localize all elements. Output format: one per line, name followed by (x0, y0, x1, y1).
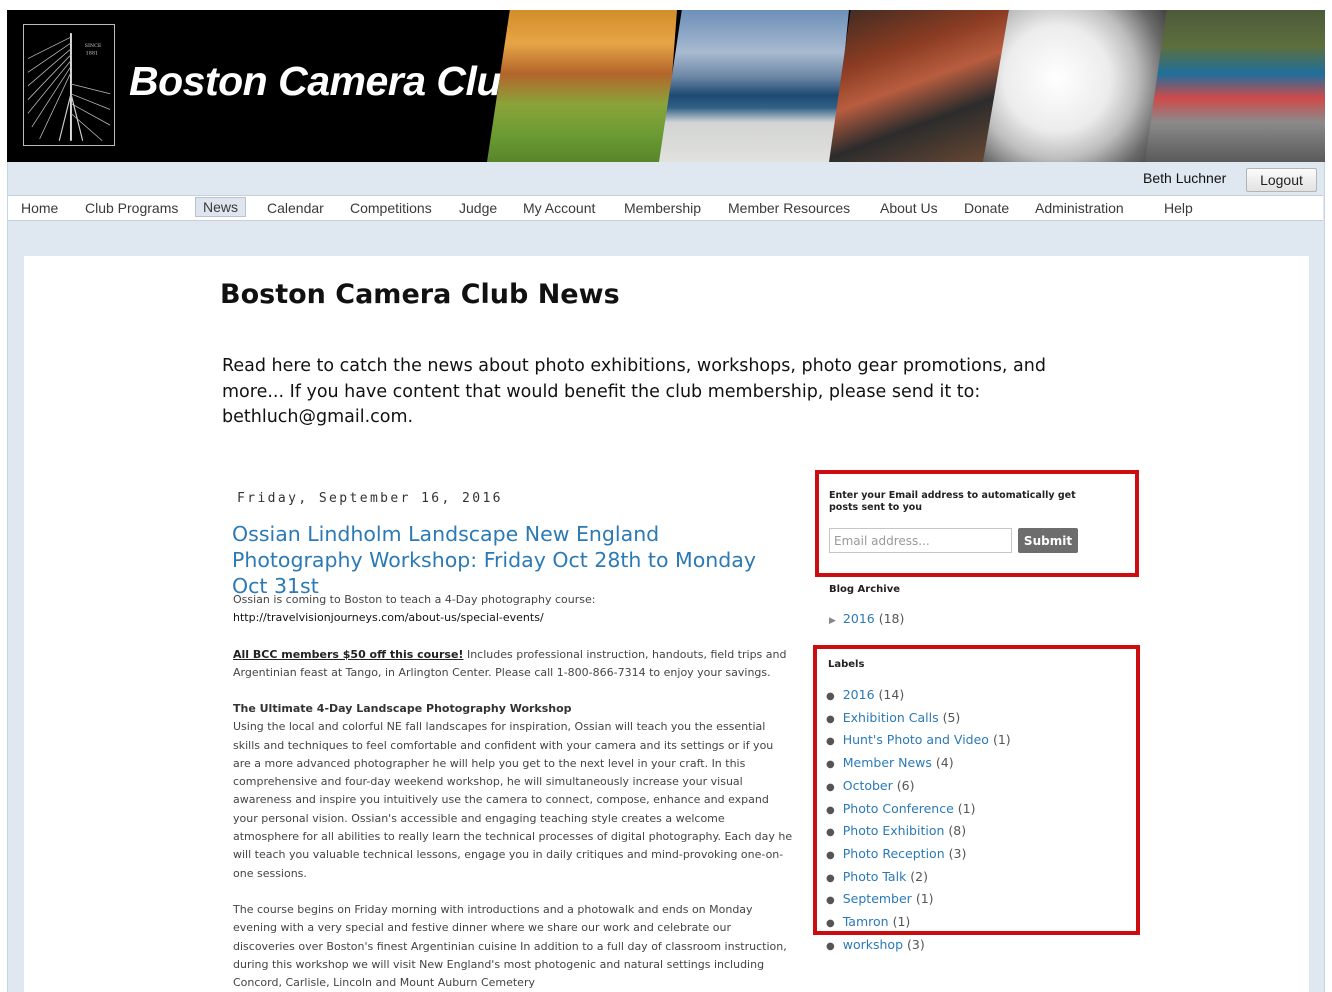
submit-button[interactable]: Submit (1018, 528, 1078, 553)
nav-item-club-programs[interactable]: Club Programs (81, 199, 182, 217)
banner-photo-foliage (487, 10, 677, 162)
list-item: ● Member News (4) (826, 753, 1011, 776)
logo-since-text: SINCE (85, 43, 102, 49)
post-title-link[interactable]: Ossian Lindholm Landscape New England Ph… (232, 521, 792, 599)
site-banner: SINCE 1881 Boston Camera Club (7, 10, 1325, 162)
label-count: (1) (915, 891, 934, 907)
nav-item-help[interactable]: Help (1160, 199, 1197, 217)
page-title: Boston Camera Club News (220, 279, 620, 310)
nav-item-competitions[interactable]: Competitions (346, 199, 436, 217)
nav-item-calendar[interactable]: Calendar (263, 199, 328, 217)
nav-item-about-us[interactable]: About Us (876, 199, 942, 217)
archive-year-link[interactable]: 2016 (843, 611, 875, 626)
subscribe-label: Enter your Email address to automaticall… (829, 490, 1076, 513)
label-link[interactable]: Photo Exhibition (843, 823, 945, 838)
list-item: ● Exhibition Calls (5) (826, 708, 1011, 731)
list-item: ● 2016 (14) (826, 685, 1011, 708)
post-course-link[interactable]: http://travelvisionjourneys.com/about-us… (233, 611, 544, 624)
label-count: (4) (935, 755, 954, 771)
labels-heading: Labels (828, 659, 865, 670)
highlight-box-subscribe (815, 470, 1139, 577)
archive-year-row: ▶ 2016 (18) (829, 611, 904, 626)
bullet-icon: ● (826, 827, 835, 839)
nav-item-administration[interactable]: Administration (1031, 199, 1128, 217)
nav-item-member-resources[interactable]: Member Resources (724, 199, 854, 217)
bridge-logo-icon: SINCE 1881 (27, 33, 111, 142)
list-item: ● Photo Exhibition (8) (826, 821, 1011, 844)
bullet-icon: ● (826, 895, 835, 907)
post-paragraph-4: The course begins on Friday morning with… (233, 903, 787, 990)
post-paragraph-1: Ossian is coming to Boston to teach a 4-… (233, 591, 793, 628)
logout-button[interactable]: Logout (1246, 168, 1317, 192)
list-item: ● Photo Reception (3) (826, 844, 1011, 867)
label-link[interactable]: Member News (843, 755, 932, 770)
post-section-heading: The Ultimate 4-Day Landscape Photography… (233, 702, 572, 715)
label-count: (1) (892, 914, 911, 930)
post-date: Friday, September 16, 2016 (237, 491, 503, 506)
bullet-icon: ● (826, 804, 835, 816)
post-paragraph-2: All BCC members $50 off this course! Inc… (233, 646, 793, 683)
label-count: (1) (992, 732, 1011, 748)
nav-item-donate[interactable]: Donate (960, 199, 1013, 217)
main-nav-bar: Home Club Programs News Calendar Competi… (8, 195, 1323, 221)
list-item: ● Photo Talk (2) (826, 867, 1011, 890)
label-count: (14) (878, 687, 905, 702)
list-item: ● workshop (3) (826, 935, 1011, 958)
banner-photo-ironwork (829, 10, 1009, 162)
labels-list: ● 2016 (14) ● Exhibition Calls (5) ● Hunt's… (826, 685, 1011, 957)
list-item: ● Tamron (1) (826, 912, 1011, 935)
label-link[interactable]: October (843, 778, 893, 793)
club-logo[interactable]: SINCE 1881 (23, 24, 115, 146)
nav-item-my-account[interactable]: My Account (519, 199, 599, 217)
post-p1-text: Ossian is coming to Boston to teach a 4-… (233, 593, 596, 606)
logged-in-user: Beth Luchner (1143, 170, 1227, 186)
list-item: ● Hunt's Photo and Video (1) (826, 730, 1011, 753)
label-count: (5) (942, 709, 961, 725)
email-field[interactable] (829, 528, 1012, 553)
bullet-icon: ● (826, 691, 835, 702)
page-intro: Read here to catch the news about photo … (222, 356, 1046, 427)
label-link[interactable]: Tamron (843, 914, 889, 929)
list-item: ● Photo Conference (1) (826, 799, 1011, 822)
label-link[interactable]: Hunt's Photo and Video (843, 732, 989, 747)
post-p3-text: Using the local and colorful NE fall lan… (233, 720, 793, 880)
archive-count: (18) (878, 611, 905, 626)
post-promo-link[interactable]: All BCC members $50 off this course! (233, 648, 463, 661)
label-link[interactable]: 2016 (843, 687, 875, 702)
label-link[interactable]: Photo Reception (843, 846, 945, 861)
label-count: (2) (910, 868, 929, 884)
label-count: (6) (896, 777, 915, 793)
bullet-icon: ● (826, 918, 835, 930)
label-link[interactable]: Photo Talk (843, 869, 907, 884)
logo-year-text: 1881 (86, 51, 98, 57)
list-item: ● October (6) (826, 776, 1011, 799)
bullet-icon: ● (826, 759, 835, 771)
list-item: ● September (1) (826, 889, 1011, 912)
label-count: (8) (948, 823, 967, 839)
bullet-icon: ● (826, 872, 835, 884)
post-paragraph-3: The Ultimate 4-Day Landscape Photography… (233, 700, 793, 883)
label-count: (3) (948, 845, 967, 861)
nav-item-judge[interactable]: Judge (455, 199, 501, 217)
bullet-icon: ● (826, 849, 835, 861)
expand-arrow-icon[interactable]: ▶ (829, 616, 836, 626)
bullet-icon: ● (826, 736, 835, 748)
banner-photo-runners (1145, 10, 1325, 162)
label-link[interactable]: workshop (843, 937, 903, 952)
nav-item-membership[interactable]: Membership (620, 199, 705, 217)
label-count: (1) (957, 800, 976, 816)
label-link[interactable]: Photo Conference (843, 801, 954, 816)
label-count: (3) (907, 936, 925, 952)
nav-item-news[interactable]: News (195, 197, 247, 217)
bullet-icon: ● (826, 940, 835, 952)
blog-archive-heading: Blog Archive (829, 584, 901, 595)
banner-photo-skyline (659, 10, 849, 162)
label-link[interactable]: Exhibition Calls (843, 710, 939, 725)
bullet-icon: ● (826, 781, 835, 793)
label-link[interactable]: September (843, 891, 912, 906)
site-title: Boston Camera Club (129, 58, 526, 104)
bullet-icon: ● (826, 713, 835, 725)
banner-photo-swan (983, 10, 1168, 162)
nav-item-home[interactable]: Home (17, 199, 62, 217)
